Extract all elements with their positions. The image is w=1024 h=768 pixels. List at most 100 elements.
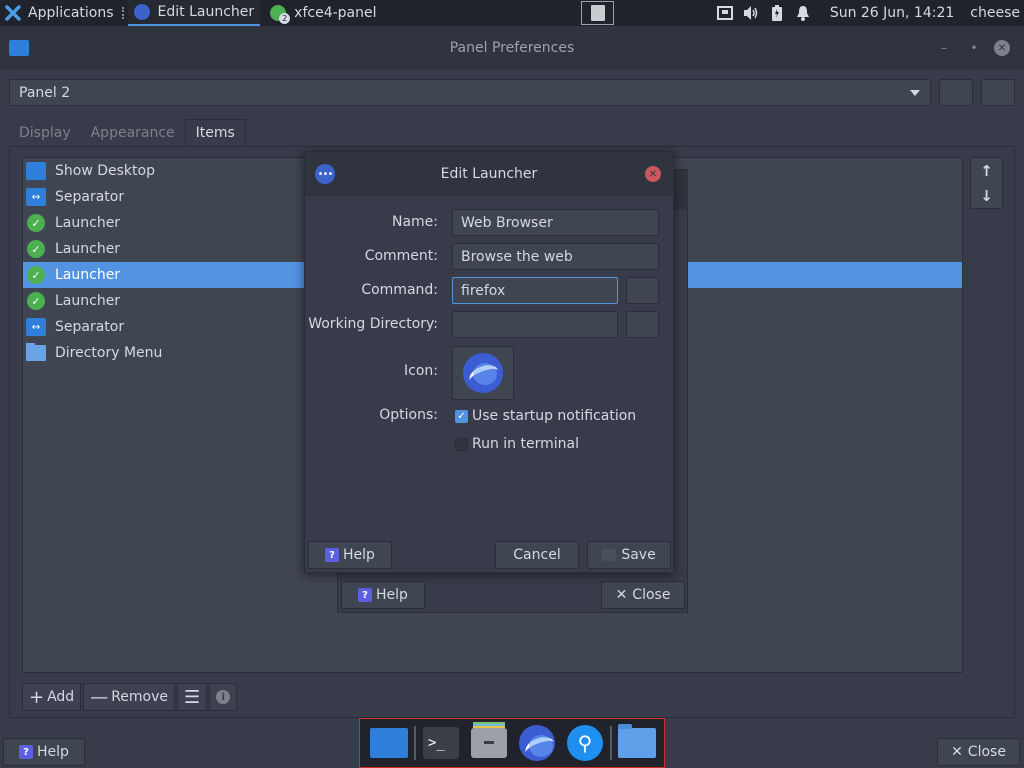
dialog-title: Edit Launcher [440,165,538,182]
icon-label: Icon: [404,363,438,379]
browse-command-button[interactable] [626,277,659,304]
help-icon: ? [19,745,34,759]
startup-notification-label: Use startup notification [472,408,637,424]
cancel-button[interactable]: Cancel [495,541,579,569]
task-separator [121,7,126,19]
startup-notification-checkbox[interactable]: ✓ Use startup notification [455,408,636,424]
help-label: Help [37,744,69,760]
checkbox-unchecked-icon [455,437,468,451]
list-item-label: Show Desktop [55,163,155,179]
close-button[interactable]: ✕ Close [937,738,1020,766]
move-up-icon[interactable]: ↑ [980,162,993,180]
dock-directory-menu[interactable] [617,723,657,763]
comment-label: Comment: [364,248,438,264]
close-icon: ✕ [951,744,963,760]
dock-show-desktop[interactable] [369,723,409,763]
comment-input[interactable] [452,243,659,270]
help-button[interactable]: ? Help [3,738,85,766]
help-icon: ? [325,548,340,562]
help-label: Help [376,587,408,603]
items-toolbar: + Add — Remove ☰ i [22,682,239,712]
plus-icon: + [29,686,45,708]
window-title: Panel Preferences [449,40,575,56]
icon-picker-button[interactable] [452,346,514,400]
tab-appearance[interactable]: Appearance [81,119,185,146]
dock-web-browser[interactable] [517,723,557,763]
close-window-icon[interactable]: ✕ [994,40,1010,56]
help-icon: ? [358,588,373,602]
edit-item-button[interactable]: ☰ [177,683,208,711]
checkbox-checked-icon: ✓ [455,409,468,423]
tab-items[interactable]: Items [184,119,246,146]
task-edit-launcher[interactable]: Edit Launcher [127,0,261,26]
close-button[interactable]: ✕ Close [601,581,685,609]
list-icon: ☰ [184,686,201,708]
launcher-icon: ✓ [27,214,45,232]
add-panel-button[interactable] [939,79,973,106]
add-item-button[interactable]: + Add [22,683,82,711]
name-label: Name: [391,214,438,230]
network-icon[interactable] [716,4,734,22]
name-input[interactable] [452,209,659,236]
list-item-label: Launcher [55,215,121,231]
options-label: Options: [379,407,438,423]
command-input[interactable] [452,277,618,304]
volume-icon[interactable] [742,4,760,22]
separator-icon: ↔ [26,188,46,206]
move-down-icon[interactable]: ↓ [980,187,993,205]
list-item-label: Launcher [55,267,121,283]
close-dialog-icon[interactable]: ✕ [645,166,661,182]
panel-preferences-app-icon [9,40,29,56]
more-dots-icon: ••• [315,164,335,184]
clock[interactable]: Sun 26 Jun, 14:21 [830,5,954,21]
dock-file-manager[interactable] [469,722,509,763]
minimize-icon[interactable]: – [936,40,952,56]
battery-icon[interactable] [768,4,786,22]
maximize-icon[interactable]: • [966,40,982,56]
xfce4-panel-task-icon: 2 [270,5,291,24]
panel-select[interactable]: Panel 2 [9,79,931,106]
cancel-label: Cancel [513,547,561,563]
close-label: Close [632,587,671,603]
add-label: Add [47,689,75,705]
save-button[interactable]: Save [587,541,671,569]
close-label: Close [967,744,1006,760]
working-directory-input[interactable] [452,311,618,338]
info-icon: i [216,690,231,704]
remove-panel-button[interactable] [981,79,1015,106]
working-directory-label: Working Directory: [308,316,438,332]
dock-terminal[interactable]: >_ [421,723,461,763]
file-manager-icon [471,722,507,758]
dock-app-finder[interactable]: ⚲ [565,723,605,763]
workspace-switcher[interactable] [581,1,614,25]
help-button[interactable]: ? Help [341,581,425,609]
list-item-label: Launcher [55,293,121,309]
username[interactable]: cheese [970,5,1020,21]
list-item-label: Directory Menu [55,345,163,361]
run-in-terminal-checkbox[interactable]: Run in terminal [455,436,579,452]
tab-display[interactable]: Display [9,119,81,146]
task-xfce4-panel[interactable]: 2 xfce4-panel [264,0,382,26]
terminal-icon: >_ [423,727,459,759]
window-titlebar[interactable]: Panel Preferences – • ✕ [0,26,1024,70]
help-button[interactable]: ? Help [308,541,392,569]
remove-label: Remove [111,689,169,705]
applications-menu-button[interactable]: Applications [0,0,120,26]
notification-bell-icon[interactable] [794,4,812,22]
close-icon: ✕ [615,587,628,603]
list-item-label: Launcher [55,241,121,257]
browse-directory-button[interactable] [626,311,659,338]
task-label: xfce4-panel [294,5,377,21]
about-item-button[interactable]: i [209,683,238,711]
remove-item-button[interactable]: — Remove [83,683,176,711]
system-tray: Sun 26 Jun, 14:21 cheese [712,0,1024,26]
save-icon [602,549,617,561]
save-label: Save [621,547,656,563]
edit-launcher-dialog: ••• Edit Launcher ✕ Name: Comment: Comma… [304,151,674,573]
dock-panel: >_ ⚲ [359,718,665,768]
dialog-titlebar[interactable]: ••• Edit Launcher ✕ [305,152,673,196]
preferences-tabs: Display Appearance Items [9,119,246,146]
separator-icon: ↔ [26,318,46,336]
folder-icon [26,343,46,361]
workspace-window-preview [590,5,605,21]
